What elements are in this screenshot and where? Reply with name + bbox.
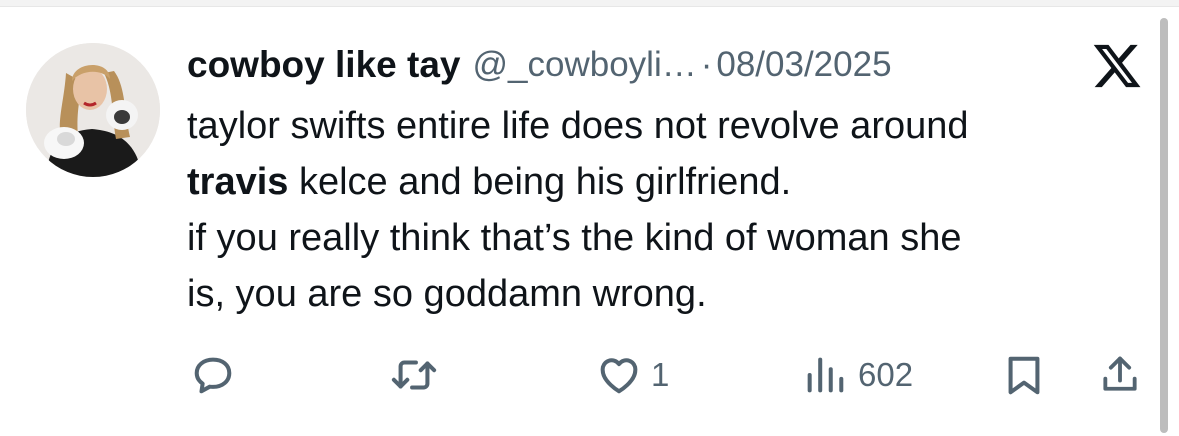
action-bar: 1 602 [0, 345, 1179, 405]
like-count: 1 [651, 356, 670, 393]
avatar[interactable] [26, 43, 160, 177]
tweet-date[interactable]: 08/03/2025 [716, 45, 891, 85]
bold-word: travis [187, 161, 289, 203]
author-name[interactable]: cowboy like tay [187, 44, 461, 86]
top-divider [0, 0, 1179, 7]
retweet-icon [391, 360, 437, 390]
views-button[interactable]: 602 [800, 345, 913, 405]
avatar-image [26, 43, 160, 177]
tweet-line-3: if you really think that’s the kind of w… [187, 217, 962, 259]
bookmark-icon [1008, 356, 1040, 395]
tweet-line-2: travis kelce and being his girlfriend. [187, 161, 792, 203]
x-logo-icon[interactable] [1091, 40, 1143, 92]
header-separator: · [700, 45, 713, 84]
scrollbar[interactable] [1160, 18, 1168, 433]
reply-button[interactable] [190, 345, 244, 405]
bookmark-button[interactable] [1004, 345, 1044, 405]
reply-icon [194, 357, 232, 394]
views-count: 602 [858, 356, 914, 393]
share-icon [1103, 356, 1137, 391]
tweet-line-4: is, you are so goddamn wrong. [187, 273, 707, 315]
share-button[interactable] [1098, 345, 1142, 405]
tweet-header: cowboy like tay @_cowboyli… · 08/03/2025 [187, 38, 892, 92]
retweet-button[interactable] [388, 345, 448, 405]
tweet-line-1: taylor swifts entire life does not revol… [187, 105, 969, 147]
author-handle[interactable]: @_cowboyli… [473, 45, 697, 85]
heart-icon [600, 358, 638, 394]
like-button[interactable]: 1 [595, 345, 669, 405]
tweet-text: taylor swifts entire life does not revol… [187, 98, 1147, 322]
views-icon [807, 357, 844, 393]
